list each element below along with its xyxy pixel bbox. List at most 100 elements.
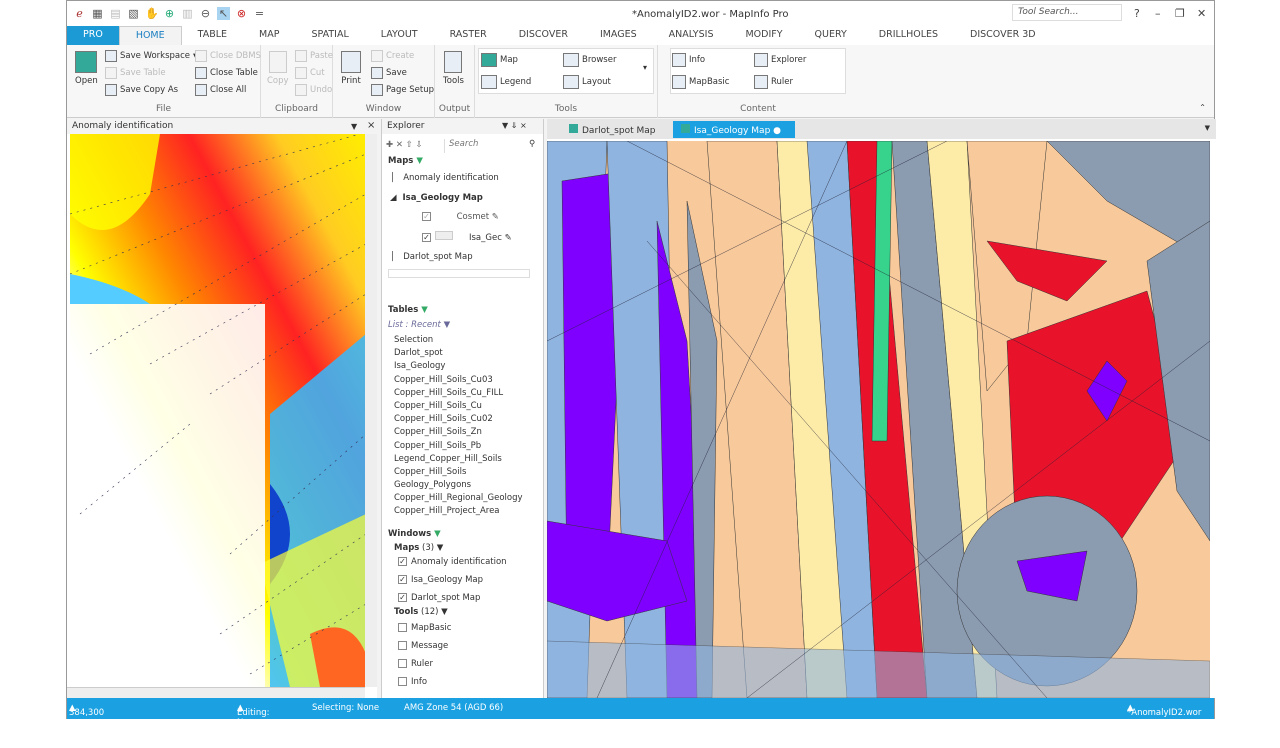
copy-button[interactable]: Copy [267,51,289,86]
list-item[interactable]: Copper_Hill_Soils_Cu [394,401,523,414]
create-button[interactable]: Create [371,50,414,62]
browser-button[interactable]: Browser [563,53,616,67]
coordinates-readout[interactable]: 384,300 m, 7,759,500 m ▲ [69,703,112,748]
paste-button[interactable]: Paste [295,50,333,62]
add-icon[interactable]: ✚ ✕ ⇧ ⇩ [386,140,423,150]
layers-icon[interactable]: ▥ [181,7,194,20]
map-item-darlot[interactable]: │ Darlot_spot Map [390,252,473,262]
window-tools-group[interactable]: Tools (12) ▼ [394,607,448,617]
window-checkbox[interactable] [398,623,407,632]
list-recent-dropdown[interactable]: List : Recent ▼ [388,320,450,330]
list-item[interactable]: Ruler [398,659,451,677]
tab-darlot-spot-map[interactable]: Darlot_spot Map × [561,121,688,138]
save-copy-as-button[interactable]: Save Copy As [105,84,178,96]
list-item[interactable]: Copper_Hill_Soils_Zn [394,427,523,440]
open-workspace-icon[interactable]: ▦ [91,7,104,20]
tab-isa-geology-map[interactable]: Isa_Geology Map ● [673,121,795,138]
list-item[interactable]: ✓ Anomaly identification [398,557,507,575]
select-pointer-icon[interactable]: ↖ [217,7,230,20]
legend-button[interactable]: Legend [481,75,531,89]
list-item[interactable]: Isa_Geology [394,361,523,374]
page-setup-button[interactable]: Page Setup [371,84,434,96]
save-table-button[interactable]: Save Table [105,67,166,79]
vertical-scrollbar[interactable] [365,134,377,687]
window-save-button[interactable]: Save [371,67,407,79]
list-item[interactable]: Legend_Copper_Hill_Soils [394,454,523,467]
explorer-hscroll[interactable] [388,269,530,278]
close-table-button[interactable]: Close Table [195,67,258,79]
save-workspace-button[interactable]: Save Workspace ▾ [105,50,197,62]
selecting-status[interactable]: Selecting: None [312,703,379,713]
stop-icon[interactable]: ⊗ [235,7,248,20]
window-checkbox[interactable] [398,659,407,668]
tab-discover[interactable]: DISCOVER [503,26,584,45]
close-dbms-button[interactable]: Close DBMS [195,50,261,62]
mapbasic-button[interactable]: MapBasic [672,75,729,89]
layout-button[interactable]: Layout [563,75,611,89]
list-item[interactable]: Selection [394,335,523,348]
search-icon[interactable]: ⚲ [529,139,535,149]
tab-table[interactable]: TABLE [182,26,243,45]
windows-header[interactable]: Windows ▼ [388,529,441,539]
list-item[interactable]: ✓ Isa_Geology Map [398,575,507,593]
tab-discover-3d[interactable]: DISCOVER 3D [954,26,1052,45]
list-item[interactable]: Copper_Hill_Soils_Cu02 [394,414,523,427]
close-all-button[interactable]: Close All [195,84,246,96]
anomaly-heatmap[interactable] [70,134,366,687]
horizontal-scrollbar[interactable] [67,687,365,698]
list-item[interactable]: Copper_Hill_Regional_Geology [394,493,523,506]
layer-checkbox[interactable]: ✓ [422,212,431,221]
projection-status[interactable]: AMG Zone 54 (AGD 66) [404,703,503,713]
map-item-anomaly[interactable]: │ Anomaly identification [390,173,499,183]
pan-hand-icon[interactable]: ✋ [145,7,159,20]
list-item[interactable]: Message [398,641,451,659]
pane-menu-icon[interactable]: ▼ [351,122,357,131]
tab-query[interactable]: QUERY [799,26,863,45]
tab-pro[interactable]: PRO [67,26,119,45]
help-icon[interactable]: ? [1134,7,1140,20]
close-button[interactable]: ✕ [1197,7,1206,20]
ruler-button[interactable]: Ruler [754,75,793,89]
tab-spatial[interactable]: SPATIAL [295,26,364,45]
tab-layout[interactable]: LAYOUT [365,26,434,45]
maps-header[interactable]: Maps ▼ [388,156,423,166]
close-table-icon[interactable]: ▧ [127,7,140,20]
window-maps-group[interactable]: Maps (3) ▼ [394,543,443,553]
geology-map-canvas[interactable] [547,141,1210,698]
restore-button[interactable]: ❐ [1175,7,1185,20]
explorer-button[interactable]: Explorer [754,53,806,67]
undo-button[interactable]: Undo [295,84,332,96]
layer-cosmet[interactable]: ✓ Cosmet ✎ [422,212,499,222]
layer-checkbox[interactable]: ✓ [422,233,431,242]
tab-modify[interactable]: MODIFY [729,26,798,45]
window-checkbox[interactable]: ✓ [398,557,407,566]
editing-status[interactable]: Editing: None ▲ [237,703,269,728]
app-icon[interactable]: ℯ [73,7,86,20]
pane-close-icon[interactable]: × [367,120,375,131]
list-item[interactable]: Copper_Hill_Soils_Pb [394,441,523,454]
info-button[interactable]: Info [672,53,705,67]
window-checkbox[interactable] [398,677,407,686]
print-button[interactable]: Print [341,51,361,86]
tool-search-input[interactable]: Tool Search... [1012,4,1122,21]
tab-analysis[interactable]: ANALYSIS [653,26,730,45]
list-item[interactable]: Copper_Hill_Soils_Cu_FILL [394,388,523,401]
tab-list-icon[interactable]: ▼ [1205,124,1210,132]
zoom-out-icon[interactable]: ⊖ [199,7,212,20]
tables-header[interactable]: Tables ▼ [388,305,428,315]
layer-isa-geology[interactable]: ✓ Isa_Gec ✎ [422,231,512,243]
workspace-status[interactable]: *AnomalyID2.wor ▲ [1127,703,1201,718]
tab-home[interactable]: HOME [118,26,182,45]
map-button[interactable]: Map [481,53,518,67]
tab-drillholes[interactable]: DRILLHOLES [863,26,954,45]
cut-button[interactable]: Cut [295,67,325,79]
tools-button[interactable]: Tools [443,51,464,86]
list-item[interactable]: Copper_Hill_Project_Area [394,506,523,519]
tab-images[interactable]: IMAGES [584,26,653,45]
collapse-ribbon-icon[interactable]: ⌃ [1199,103,1206,112]
gallery-scroll-icon[interactable]: ▾ [643,63,647,72]
map-item-isa-geology[interactable]: ◢ Isa_Geology Map [390,193,483,203]
explorer-menu-icon[interactable]: ▼ ⇓ × [502,121,527,130]
minimize-button[interactable]: – [1155,7,1161,20]
list-item[interactable]: Copper_Hill_Soils [394,467,523,480]
